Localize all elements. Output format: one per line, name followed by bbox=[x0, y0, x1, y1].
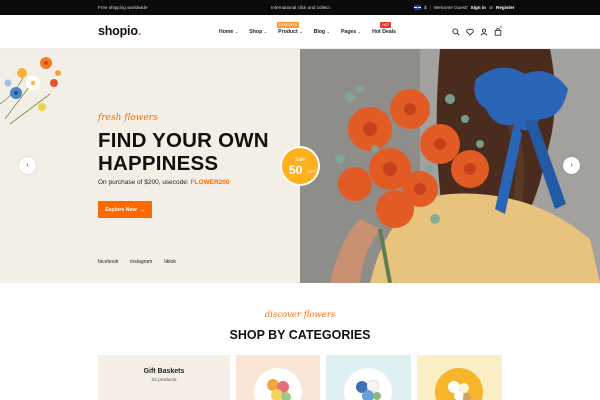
explore-now-button[interactable]: Explore Now → bbox=[98, 201, 152, 218]
category-card-gift-baskets[interactable]: Gift Baskets 24 products bbox=[98, 355, 230, 400]
instagram-link[interactable]: instagram bbox=[130, 259, 152, 265]
header-actions: 0 bbox=[452, 25, 502, 36]
hero-text-panel: fresh flowers FIND YOUR OWN HAPPINESS On… bbox=[0, 49, 300, 283]
featured-badge: FEATURED bbox=[277, 22, 300, 28]
hot-badge: HOT bbox=[380, 22, 392, 28]
welcome-text: Welcome Guest! bbox=[433, 4, 468, 10]
divider: | bbox=[429, 4, 431, 10]
shipping-notice: Free shipping worldwide bbox=[98, 5, 148, 10]
currency-selector[interactable]: $ bbox=[424, 5, 427, 10]
social-links: facebook instagram tiktok bbox=[98, 259, 176, 265]
account-links: $ | Welcome Guest! Sign in or Register bbox=[414, 4, 514, 10]
hero-image-panel bbox=[300, 49, 600, 283]
category-name: Gift Baskets bbox=[143, 368, 185, 375]
nav-product[interactable]: FEATURED Product ⌄ bbox=[277, 22, 303, 35]
chevron-right-icon[interactable]: › bbox=[563, 157, 580, 174]
arrow-right-icon: → bbox=[139, 206, 145, 213]
hero-banner: fresh flowers FIND YOUR OWN HAPPINESS On… bbox=[0, 49, 600, 283]
cart-icon[interactable]: 0 bbox=[494, 25, 502, 36]
category-card[interactable] bbox=[326, 355, 411, 400]
flower-bowl-image bbox=[435, 368, 483, 400]
heart-icon[interactable] bbox=[466, 28, 474, 36]
woman-with-bouquet-image bbox=[300, 49, 600, 283]
categories-title: SHOP BY CATEGORIES bbox=[229, 328, 371, 342]
site-logo[interactable]: shopio. bbox=[98, 24, 141, 38]
tiktok-link[interactable]: tiktok bbox=[164, 259, 176, 265]
flag-uk-icon[interactable] bbox=[414, 4, 421, 10]
user-icon[interactable] bbox=[480, 28, 488, 36]
main-nav: Home ⌄ Shop ⌄ FEATURED Product ⌄ Blog ⌄ Page… bbox=[219, 22, 407, 35]
or-text: or bbox=[488, 4, 494, 10]
nav-shop[interactable]: Shop ⌄ bbox=[249, 29, 267, 35]
collect-notice: International click and collect bbox=[271, 5, 330, 10]
register-link[interactable]: Register bbox=[496, 5, 514, 10]
facebook-link[interactable]: facebook bbox=[98, 259, 118, 265]
search-icon[interactable] bbox=[452, 28, 460, 36]
promo-code: FLOWER200 bbox=[190, 179, 230, 186]
hero-tagline: fresh flowers bbox=[98, 113, 158, 123]
flower-bowl-image bbox=[344, 368, 392, 400]
flower-bowl-image bbox=[254, 368, 302, 400]
nav-pages[interactable]: Pages ⌄ bbox=[341, 29, 361, 35]
category-card[interactable] bbox=[236, 355, 320, 400]
hero-promo-text: On purchase of $200, usecode: FLOWER200 bbox=[98, 179, 230, 186]
category-card[interactable] bbox=[417, 355, 502, 400]
chevron-left-icon[interactable]: ‹ bbox=[19, 157, 36, 174]
nav-hot-deals[interactable]: HOT Hot Deals bbox=[372, 22, 396, 35]
nav-blog[interactable]: Blog ⌄ bbox=[314, 29, 330, 35]
main-header: shopio. Home ⌄ Shop ⌄ FEATURED Product ⌄ Bl… bbox=[0, 15, 600, 49]
top-bar: Free shipping worldwide International cl… bbox=[0, 0, 600, 15]
hero-headline: FIND YOUR OWN HAPPINESS bbox=[98, 129, 269, 175]
categories-tagline: discover flowers bbox=[264, 310, 336, 320]
nav-home[interactable]: Home ⌄ bbox=[219, 29, 238, 35]
flower-decoration-image bbox=[0, 57, 61, 125]
sale-badge: Sale 50 OFF bbox=[280, 146, 320, 186]
category-count: 24 products bbox=[151, 378, 177, 383]
cart-count: 0 bbox=[500, 25, 502, 29]
signin-link[interactable]: Sign in bbox=[471, 5, 486, 10]
